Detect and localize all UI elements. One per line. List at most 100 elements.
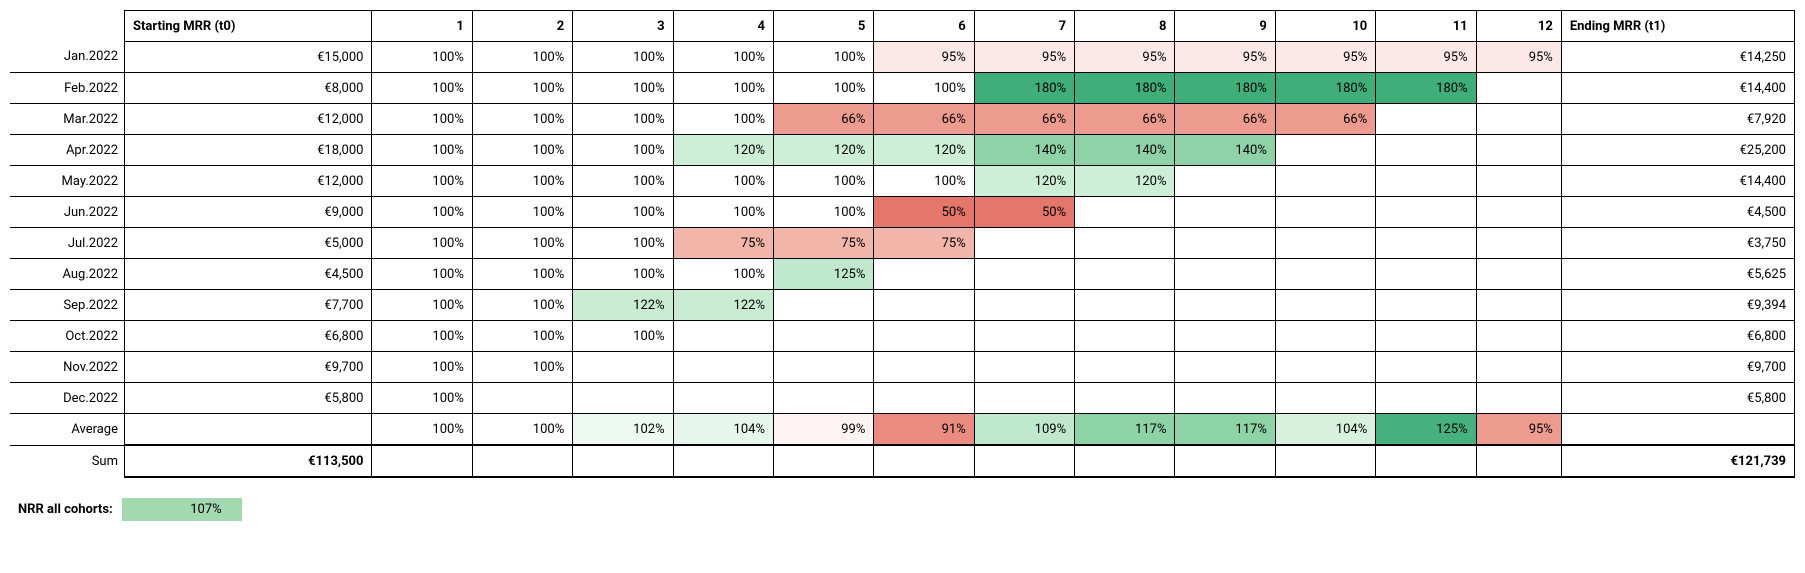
ending-mrr: €14,400 bbox=[1561, 166, 1794, 197]
cohort-cell: 100% bbox=[573, 259, 673, 290]
cohort-cell bbox=[1075, 321, 1175, 352]
cohort-cell bbox=[1275, 445, 1375, 477]
cohort-cell: 100% bbox=[673, 166, 773, 197]
cohort-cell bbox=[1175, 383, 1275, 414]
ending-mrr: €14,400 bbox=[1561, 73, 1794, 104]
cohort-cell: 100% bbox=[472, 104, 572, 135]
cohort-cell: 95% bbox=[1275, 42, 1375, 73]
cohort-cell: 100% bbox=[372, 259, 472, 290]
cohort-cell bbox=[1476, 104, 1561, 135]
cohort-cell: 66% bbox=[773, 104, 873, 135]
cohort-cell bbox=[1275, 228, 1375, 259]
corner-cell bbox=[10, 11, 125, 42]
row-label: Mar.2022 bbox=[10, 104, 125, 135]
cohort-cell bbox=[1476, 352, 1561, 383]
row-label: Nov.2022 bbox=[10, 352, 125, 383]
cohort-cell bbox=[1376, 290, 1476, 321]
cohort-cell bbox=[773, 383, 873, 414]
cohort-cell bbox=[1376, 228, 1476, 259]
cohort-cell bbox=[673, 321, 773, 352]
table-row: Dec.2022€5,800100%€5,800 bbox=[10, 383, 1795, 414]
cohort-cell: 100% bbox=[472, 352, 572, 383]
cohort-cell: 140% bbox=[974, 135, 1074, 166]
cohort-cell: 95% bbox=[1476, 414, 1561, 446]
starting-mrr: €6,800 bbox=[125, 321, 372, 352]
table-row: Nov.2022€9,700100%100%€9,700 bbox=[10, 352, 1795, 383]
starting-mrr: €9,000 bbox=[125, 197, 372, 228]
cohort-cell: 125% bbox=[1376, 414, 1476, 446]
cohort-cell bbox=[372, 445, 472, 477]
cohort-cell bbox=[1275, 321, 1375, 352]
ending-mrr: €9,394 bbox=[1561, 290, 1794, 321]
cohort-cell bbox=[874, 321, 974, 352]
cohort-cell bbox=[1175, 228, 1275, 259]
nrr-summary: NRR all cohorts: 107% bbox=[10, 498, 1795, 521]
table-row: Apr.2022€18,000100%100%100%120%120%120%1… bbox=[10, 135, 1795, 166]
table-row: Jun.2022€9,000100%100%100%100%100%50%50%… bbox=[10, 197, 1795, 228]
cohort-cell bbox=[1175, 259, 1275, 290]
cohort-cell bbox=[1075, 259, 1175, 290]
cohort-cell bbox=[1376, 104, 1476, 135]
cohort-cell: 100% bbox=[372, 197, 472, 228]
cohort-cell: 100% bbox=[573, 166, 673, 197]
cohort-cell: 95% bbox=[1175, 42, 1275, 73]
header-m2: 2 bbox=[472, 11, 572, 42]
starting-mrr-sum: €113,500 bbox=[125, 445, 372, 477]
ending-mrr: €25,200 bbox=[1561, 135, 1794, 166]
cohort-cell bbox=[1075, 197, 1175, 228]
header-m4: 4 bbox=[673, 11, 773, 42]
cohort-cell bbox=[1175, 290, 1275, 321]
ending-mrr-sum: €121,739 bbox=[1561, 445, 1794, 477]
header-m10: 10 bbox=[1275, 11, 1375, 42]
row-label: Sep.2022 bbox=[10, 290, 125, 321]
cohort-cell: 100% bbox=[372, 290, 472, 321]
row-label: Feb.2022 bbox=[10, 73, 125, 104]
cohort-cell: 100% bbox=[773, 197, 873, 228]
cohort-cell bbox=[1275, 197, 1375, 228]
table-row: Sep.2022€7,700100%100%122%122%€9,394 bbox=[10, 290, 1795, 321]
cohort-cell: 100% bbox=[673, 259, 773, 290]
cohort-cell: 100% bbox=[773, 42, 873, 73]
cohort-cell: 100% bbox=[372, 73, 472, 104]
cohort-cell bbox=[1376, 197, 1476, 228]
starting-mrr: €9,700 bbox=[125, 352, 372, 383]
cohort-cell bbox=[1476, 259, 1561, 290]
cohort-cell: 120% bbox=[974, 166, 1074, 197]
header-row: Starting MRR (t0) 1 2 3 4 5 6 7 8 9 10 1… bbox=[10, 11, 1795, 42]
cohort-cell: 100% bbox=[673, 197, 773, 228]
cohort-cell bbox=[1275, 166, 1375, 197]
cohort-cell: 100% bbox=[372, 135, 472, 166]
starting-mrr: €8,000 bbox=[125, 73, 372, 104]
cohort-cell: 180% bbox=[1075, 73, 1175, 104]
starting-mrr: €12,000 bbox=[125, 104, 372, 135]
cohort-cell bbox=[673, 352, 773, 383]
cohort-cell: 66% bbox=[874, 104, 974, 135]
cohort-cell bbox=[1376, 259, 1476, 290]
cohort-cell: 50% bbox=[974, 197, 1074, 228]
cohort-cell bbox=[1476, 290, 1561, 321]
table-row: Aug.2022€4,500100%100%100%100%125%€5,625 bbox=[10, 259, 1795, 290]
table-row: Jan.2022€15,000100%100%100%100%100%95%95… bbox=[10, 42, 1795, 73]
cohort-cell bbox=[1175, 166, 1275, 197]
cohort-cell bbox=[573, 352, 673, 383]
cohort-cell: 100% bbox=[773, 166, 873, 197]
cohort-cell bbox=[773, 352, 873, 383]
cohort-cell: 95% bbox=[974, 42, 1074, 73]
header-ending: Ending MRR (t1) bbox=[1561, 11, 1794, 42]
cohort-cell: 100% bbox=[472, 321, 572, 352]
cohort-cell bbox=[1075, 228, 1175, 259]
cohort-cell bbox=[1476, 321, 1561, 352]
cohort-cell: 120% bbox=[773, 135, 873, 166]
cohort-cell bbox=[1075, 290, 1175, 321]
cohort-cell: 120% bbox=[874, 135, 974, 166]
cohort-cell bbox=[1175, 197, 1275, 228]
cohort-cell: 66% bbox=[1075, 104, 1175, 135]
header-m6: 6 bbox=[874, 11, 974, 42]
header-starting: Starting MRR (t0) bbox=[125, 11, 372, 42]
cohort-cell: 100% bbox=[773, 73, 873, 104]
cohort-cell bbox=[673, 383, 773, 414]
starting-mrr: €18,000 bbox=[125, 135, 372, 166]
cohort-cell bbox=[1275, 259, 1375, 290]
cohort-cell: 100% bbox=[472, 290, 572, 321]
starting-mrr: €5,000 bbox=[125, 228, 372, 259]
